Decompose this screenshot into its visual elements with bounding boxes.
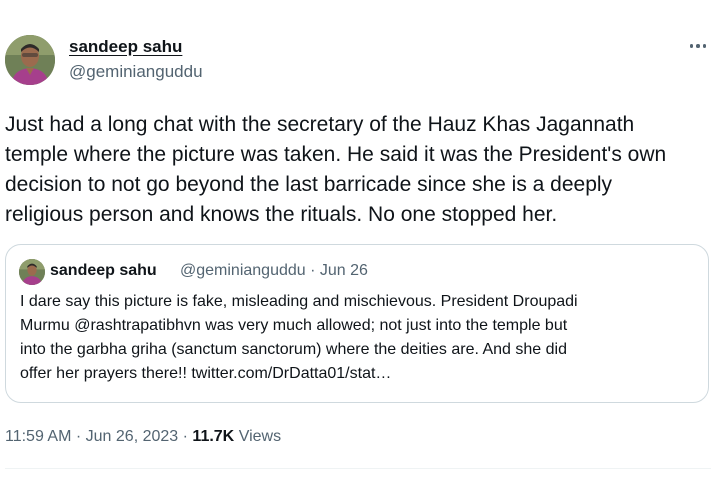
author-handle[interactable]: @geminianguddu: [69, 62, 203, 82]
quoted-author-handle[interactable]: @geminianguddu: [180, 262, 306, 279]
quoted-author-meta: @geminianguddu · Jun 26: [180, 262, 368, 280]
quoted-author-avatar[interactable]: [19, 259, 45, 285]
author-display-name[interactable]: sandeep sahu: [69, 37, 182, 57]
more-options-icon[interactable]: [685, 36, 711, 56]
meta-separator: ·: [75, 428, 82, 445]
author-avatar[interactable]: [5, 35, 55, 85]
tweet-text: Just had a long chat with the secretary …: [5, 113, 667, 226]
quoted-tweet-date[interactable]: Jun 26: [320, 262, 368, 279]
quoted-author-display-name[interactable]: sandeep sahu: [50, 262, 157, 280]
views-label: Views: [238, 428, 282, 445]
tweet-meta: 11:59 AM · Jun 26, 2023 · 11.7K Views: [5, 428, 281, 446]
views-count: 11.7K: [192, 428, 235, 445]
meta-separator-2: ·: [182, 428, 188, 445]
quoted-tweet-text: I dare say this picture is fake, mislead…: [20, 293, 578, 382]
tweet-date[interactable]: Jun 26, 2023: [86, 428, 179, 445]
quoted-meta-separator: ·: [310, 262, 316, 279]
divider: [5, 468, 711, 469]
tweet-time[interactable]: 11:59 AM: [5, 428, 71, 445]
tweet-card: sandeep sahu @geminianguddu Just had a l…: [0, 0, 717, 480]
